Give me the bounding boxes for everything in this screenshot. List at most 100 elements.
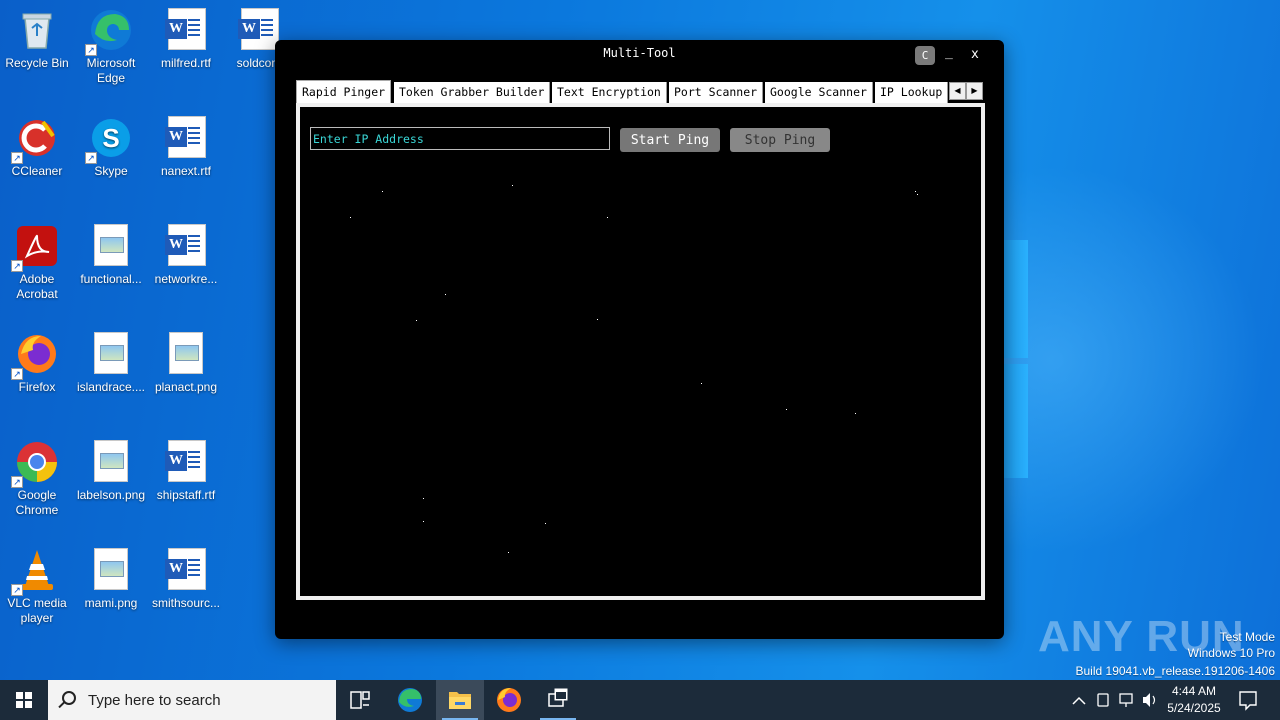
- desktop-icon-labelson[interactable]: labelson.png: [74, 440, 148, 503]
- ccleaner-icon: ↗: [11, 116, 59, 164]
- svg-text:S: S: [102, 123, 119, 153]
- window-titlebar[interactable]: Multi-Tool C _ x: [275, 40, 1004, 70]
- windows-edition-label: Windows 10 Pro: [1187, 646, 1275, 660]
- tab-rapid-pinger[interactable]: Rapid Pinger: [296, 80, 392, 103]
- image-file-icon: [89, 332, 133, 376]
- star-dot: [423, 498, 424, 499]
- star-dot: [786, 409, 787, 410]
- desktop-icon-nanext[interactable]: W nanext.rtf: [149, 116, 223, 179]
- desktop-icon-adobe-acrobat[interactable]: ↗ Adobe Acrobat: [0, 224, 74, 302]
- tab-scroll-right-icon[interactable]: ▶: [966, 82, 983, 100]
- icon-label: Skype: [94, 164, 128, 178]
- star-dot: [855, 413, 856, 414]
- star-dot: [445, 294, 446, 295]
- network-icon: [1119, 693, 1133, 704]
- stop-ping-button[interactable]: Stop Ping: [730, 128, 830, 152]
- icon-label: nanext.rtf: [160, 164, 212, 178]
- desktop-icon-recycle-bin[interactable]: Recycle Bin: [0, 8, 74, 71]
- icon-label: Adobe Acrobat: [16, 272, 58, 301]
- icon-label: VLC media player: [7, 596, 67, 625]
- image-file-icon: [89, 440, 133, 484]
- image-file-icon: [89, 224, 133, 268]
- tab-token-grabber-builder[interactable]: Token Grabber Builder: [394, 82, 551, 103]
- star-dot: [508, 552, 509, 553]
- icon-label: milfred.rtf: [160, 56, 211, 70]
- system-tray: [1070, 680, 1160, 720]
- icon-label: smithsourc...: [151, 596, 220, 610]
- notification-icon: [1239, 691, 1257, 711]
- tab-google-scanner[interactable]: Google Scanner: [765, 82, 873, 103]
- app-window-icon: [548, 688, 568, 707]
- desktop-icon-vlc[interactable]: ↗ VLC media player: [0, 548, 74, 626]
- desktop-icon-networkre[interactable]: W networkre...: [149, 224, 223, 287]
- icon-label: Google Chrome: [15, 488, 59, 517]
- icon-label: Firefox: [18, 380, 56, 394]
- desktop-icon-ccleaner[interactable]: ↗ CCleaner: [0, 116, 74, 179]
- edge-icon: [398, 688, 422, 712]
- clock-time: 4:44 AM: [1171, 684, 1217, 698]
- search-placeholder: Type here to search: [88, 692, 221, 709]
- taskbar-search[interactable]: Type here to search: [48, 680, 336, 720]
- task-view-icon: [350, 691, 370, 709]
- taskbar-multi-tool[interactable]: [534, 680, 582, 720]
- star-dot: [423, 521, 424, 522]
- star-dot: [545, 523, 546, 524]
- start-button[interactable]: [0, 680, 48, 720]
- chrome-icon: ↗: [11, 440, 59, 488]
- word-document-icon: W: [164, 8, 208, 52]
- vlc-cone-icon: ↗: [11, 548, 59, 596]
- clock-date: 5/24/2025: [1167, 701, 1221, 715]
- desktop-icon-skype[interactable]: S ↗ Skype: [74, 116, 148, 179]
- tab-scroll-left-icon[interactable]: ◀: [949, 82, 966, 100]
- icon-label: islandrace....: [76, 380, 146, 394]
- skype-icon: S ↗: [85, 116, 133, 164]
- task-view-button[interactable]: [336, 680, 384, 720]
- taskbar-edge[interactable]: [386, 680, 434, 720]
- tab-port-scanner[interactable]: Port Scanner: [669, 82, 764, 103]
- taskbar: Type here to search 4:44 AM 5/24/2025: [0, 680, 1280, 720]
- notifications-button[interactable]: [1228, 680, 1268, 720]
- tab-scroll-arrows: ◀ ▶: [949, 82, 983, 100]
- start-ping-button[interactable]: Start Ping: [620, 128, 720, 152]
- firefox-icon: ↗: [11, 332, 59, 380]
- icon-label: CCleaner: [11, 164, 63, 178]
- tab-bar: Rapid Pinger Token Grabber Builder Text …: [296, 80, 986, 103]
- word-document-icon: W: [164, 440, 208, 484]
- multi-tool-window: Multi-Tool C _ x Rapid Pinger Token Grab…: [275, 40, 1004, 639]
- desktop-icon-shipstaff[interactable]: W shipstaff.rtf: [149, 440, 223, 503]
- desktop-icon-smithsourc[interactable]: W smithsourc...: [149, 548, 223, 611]
- test-mode-label: Test Mode: [1219, 630, 1275, 644]
- taskbar-file-explorer[interactable]: [436, 680, 484, 720]
- icon-label: Recycle Bin: [5, 56, 69, 70]
- star-dot: [512, 185, 513, 186]
- desktop-icon-google-chrome[interactable]: ↗ Google Chrome: [0, 440, 74, 518]
- ip-address-input[interactable]: [310, 127, 610, 150]
- desktop-icon-functional[interactable]: functional...: [74, 224, 148, 287]
- icon-label: shipstaff.rtf: [156, 488, 216, 502]
- icon-label: planact.png: [154, 380, 218, 394]
- word-document-icon: W: [164, 116, 208, 160]
- desktop-icon-mami[interactable]: mami.png: [74, 548, 148, 611]
- desktop-icon-planact[interactable]: planact.png: [149, 332, 223, 395]
- close-button[interactable]: x: [971, 47, 979, 62]
- star-dot: [382, 191, 383, 192]
- theme-button[interactable]: C: [915, 46, 935, 65]
- desktop-icon-islandrace[interactable]: islandrace....: [74, 332, 148, 395]
- icon-label: Microsoft Edge: [86, 56, 136, 85]
- device-icon: [1097, 693, 1109, 707]
- star-dot: [350, 217, 351, 218]
- window-title: Multi-Tool: [603, 46, 676, 60]
- icon-label: labelson.png: [76, 488, 146, 502]
- icon-label: networkre...: [154, 272, 218, 286]
- desktop-icon-firefox[interactable]: ↗ Firefox: [0, 332, 74, 395]
- desktop-icon-milfred[interactable]: W milfred.rtf: [149, 8, 223, 71]
- taskbar-firefox[interactable]: [486, 680, 534, 720]
- taskbar-clock[interactable]: 4:44 AM 5/24/2025: [1160, 683, 1228, 717]
- chevron-up-icon: [1072, 696, 1086, 705]
- desktop-icon-microsoft-edge[interactable]: ↗ Microsoft Edge: [74, 8, 148, 86]
- star-dot: [917, 194, 918, 195]
- tab-ip-lookup[interactable]: IP Lookup: [875, 82, 949, 103]
- search-icon: [62, 691, 76, 705]
- minimize-button[interactable]: _: [945, 45, 953, 60]
- tab-text-encryption[interactable]: Text Encryption: [552, 82, 667, 103]
